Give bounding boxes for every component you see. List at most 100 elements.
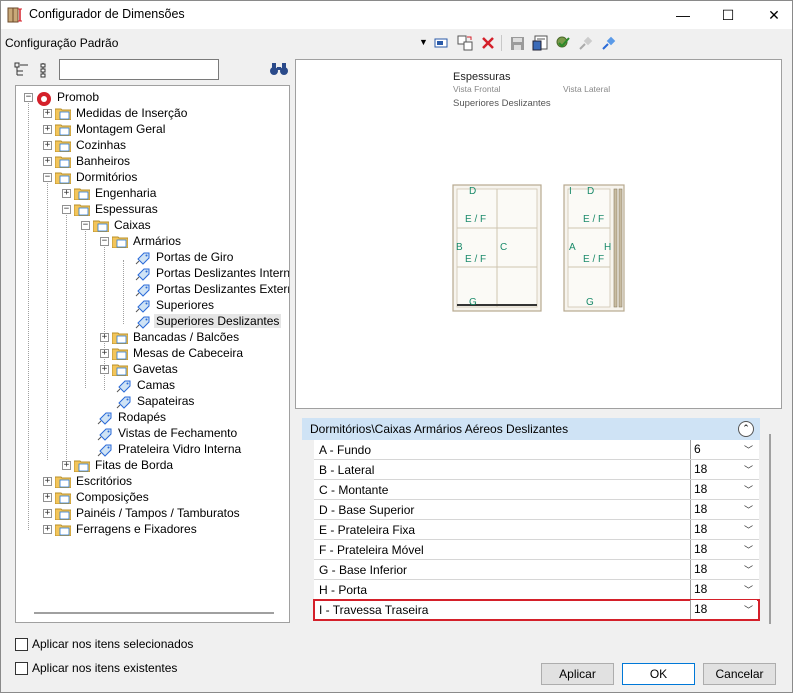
ok-button[interactable]: OK: [622, 663, 695, 685]
tree-item[interactable]: + Cozinhas: [43, 137, 128, 153]
expand-toggle[interactable]: +: [62, 460, 71, 470]
edit-icon[interactable]: [600, 34, 618, 52]
property-value-select[interactable]: 6 ﹀: [690, 440, 757, 459]
chevron-down-icon[interactable]: ﹀: [744, 543, 753, 556]
tree-item[interactable]: − Dormitórios: [43, 169, 139, 185]
copy-config-icon[interactable]: [456, 34, 474, 52]
apply-selected-checkbox[interactable]: [15, 637, 28, 651]
find-icon[interactable]: [269, 61, 289, 77]
property-value-select[interactable]: 18 ﹀: [690, 520, 757, 539]
property-row[interactable]: D - Base Superior 18 ﹀: [314, 500, 759, 520]
collapse-toggle[interactable]: −: [62, 204, 71, 214]
expand-toggle[interactable]: +: [43, 124, 52, 134]
apply-existing-option[interactable]: Aplicar nos itens existentes: [15, 661, 177, 675]
property-row[interactable]: B - Lateral 18 ﹀: [314, 460, 759, 480]
tree-item[interactable]: + Escritórios: [43, 473, 134, 489]
collapse-toggle[interactable]: −: [100, 236, 109, 246]
property-value-select[interactable]: 18 ﹀: [690, 560, 757, 579]
chevron-down-icon[interactable]: ﹀: [744, 523, 753, 536]
expand-toggle[interactable]: +: [62, 188, 71, 198]
property-value-select[interactable]: 18 ﹀: [690, 540, 757, 559]
tree-item[interactable]: Rodapés: [97, 409, 168, 425]
chevron-down-icon[interactable]: ﹀: [744, 463, 753, 476]
tree-item[interactable]: − Armários: [100, 233, 183, 249]
tree-item[interactable]: + Engenharia: [62, 185, 158, 201]
chevron-down-icon[interactable]: ﹀: [744, 443, 753, 456]
tree-item[interactable]: + Medidas de Inserção: [43, 105, 189, 121]
tree-item[interactable]: + Banheiros: [43, 153, 132, 169]
close-button[interactable]: ✕: [751, 1, 793, 29]
tree-item-selected[interactable]: Superiores Deslizantes: [135, 313, 282, 329]
property-value-select[interactable]: 18 ﹀: [690, 480, 757, 499]
property-value-select[interactable]: 18 ﹀: [690, 500, 757, 519]
tree-item[interactable]: Superiores: [135, 297, 216, 313]
tree-item[interactable]: + Bancadas / Balcões: [100, 329, 241, 345]
tree-item[interactable]: − Promob: [24, 89, 101, 106]
expand-toggle[interactable]: +: [43, 156, 52, 166]
tree-item[interactable]: − Caixas: [81, 217, 153, 233]
chevron-down-icon[interactable]: ▼: [419, 37, 428, 47]
property-row[interactable]: C - Montante 18 ﹀: [314, 480, 759, 500]
expand-toggle[interactable]: +: [43, 508, 52, 518]
collapse-toggle[interactable]: −: [81, 220, 90, 230]
property-row[interactable]: H - Porta 18 ﹀: [314, 580, 759, 600]
tree-item[interactable]: Sapateiras: [116, 393, 196, 409]
apply-selected-option[interactable]: Aplicar nos itens selecionados: [15, 637, 193, 651]
expand-toggle[interactable]: +: [43, 492, 52, 502]
category-tree[interactable]: − Promob + Medidas de Inserção + Montage…: [15, 85, 290, 623]
tree-item[interactable]: + Composições: [43, 489, 151, 505]
property-row[interactable]: E - Prateleira Fixa 18 ﹀: [314, 520, 759, 540]
chevron-down-icon[interactable]: ﹀: [744, 503, 753, 516]
chevron-down-icon[interactable]: ﹀: [744, 563, 753, 576]
property-value-select[interactable]: 18 ﹀: [690, 600, 757, 619]
import-icon[interactable]: [531, 34, 549, 52]
tree-item[interactable]: + Fitas de Borda: [62, 457, 175, 473]
expand-toggle[interactable]: +: [100, 364, 109, 374]
tree-item[interactable]: Portas de Giro: [135, 249, 235, 265]
apply-icon[interactable]: [554, 34, 572, 52]
properties-vertical-scrollbar[interactable]: [769, 434, 771, 624]
tree-item[interactable]: + Mesas de Cabeceira: [100, 345, 245, 361]
property-value-select[interactable]: 18 ﹀: [690, 580, 757, 599]
apply-existing-checkbox[interactable]: [15, 661, 28, 675]
cancel-button[interactable]: Cancelar: [703, 663, 776, 685]
property-row[interactable]: A - Fundo 6 ﹀: [314, 440, 759, 460]
tree-item[interactable]: Prateleira Vidro Interna: [97, 441, 243, 457]
tree-item[interactable]: Vistas de Fechamento: [97, 425, 239, 441]
tree-item[interactable]: + Gavetas: [100, 361, 180, 377]
collapse-toggle[interactable]: −: [24, 92, 33, 102]
property-row[interactable]: G - Base Inferior 18 ﹀: [314, 560, 759, 580]
expand-toggle[interactable]: +: [43, 524, 52, 534]
chevron-down-icon[interactable]: ﹀: [744, 603, 753, 616]
tree-collapse-icon[interactable]: [13, 61, 31, 79]
property-row[interactable]: F - Prateleira Móvel 18 ﹀: [314, 540, 759, 560]
expand-toggle[interactable]: +: [43, 140, 52, 150]
tree-item[interactable]: Camas: [116, 377, 177, 393]
collapse-toggle[interactable]: −: [43, 172, 52, 182]
expand-toggle[interactable]: +: [100, 348, 109, 358]
minimize-button[interactable]: —: [660, 1, 706, 29]
expand-toggle[interactable]: +: [43, 476, 52, 486]
save-icon[interactable]: [508, 34, 526, 52]
tree-item[interactable]: Portas Deslizantes Externas: [135, 281, 289, 297]
tree-item[interactable]: − Espessuras: [62, 201, 160, 217]
tree-search-input[interactable]: [59, 59, 219, 80]
chevron-down-icon[interactable]: ﹀: [744, 483, 753, 496]
expand-toggle[interactable]: +: [43, 108, 52, 118]
tree-horizontal-scrollbar[interactable]: [34, 612, 274, 614]
tree-item[interactable]: + Montagem Geral: [43, 121, 167, 137]
property-row-highlighted[interactable]: I - Travessa Traseira 18 ﹀: [313, 599, 760, 621]
tree-item[interactable]: + Painéis / Tampos / Tamburatos: [43, 505, 242, 521]
maximize-button[interactable]: ☐: [705, 1, 751, 29]
property-value-select[interactable]: 18 ﹀: [690, 460, 757, 479]
apply-button[interactable]: Aplicar: [541, 663, 614, 685]
tree-item[interactable]: Portas Deslizantes Internas: [135, 265, 289, 281]
connect-icon[interactable]: [577, 34, 595, 52]
chevron-down-icon[interactable]: ﹀: [744, 583, 753, 596]
delete-icon[interactable]: [479, 34, 497, 52]
rename-icon[interactable]: [433, 34, 451, 52]
expand-toggle[interactable]: +: [100, 332, 109, 342]
config-select[interactable]: Configuração Padrão: [5, 36, 118, 50]
tree-item[interactable]: + Ferragens e Fixadores: [43, 521, 199, 537]
collapse-section-icon[interactable]: ⌃: [738, 421, 754, 437]
